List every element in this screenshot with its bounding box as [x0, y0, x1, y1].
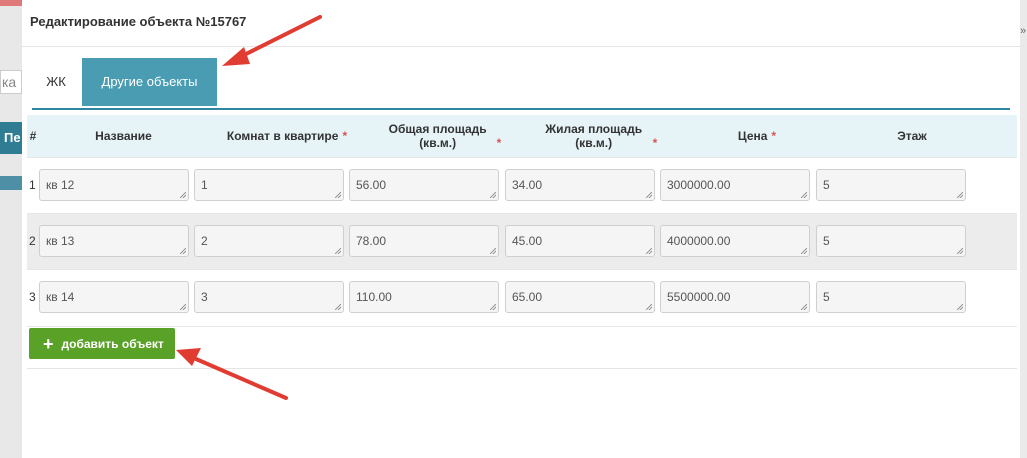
arrow-to-add-button-icon: [176, 348, 288, 400]
arrow-to-tab-icon: [222, 15, 322, 66]
annotation-arrows: [176, 15, 322, 400]
